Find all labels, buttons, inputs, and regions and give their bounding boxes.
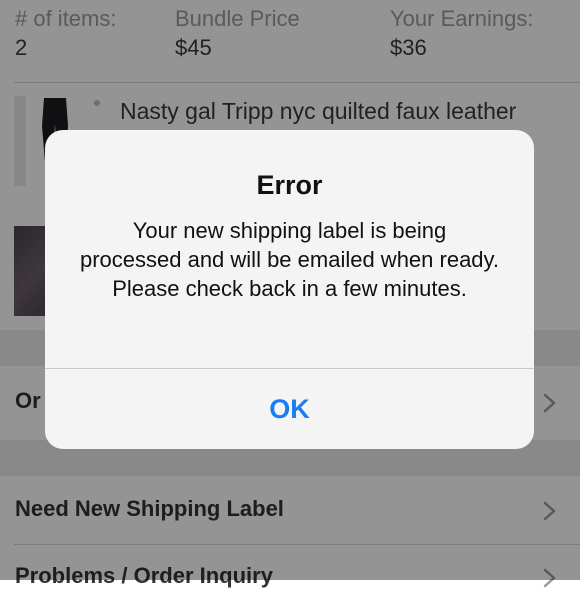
alert-message: Your new shipping label is being process…	[79, 218, 500, 301]
error-alert-dialog: Error Your new shipping label is being p…	[45, 130, 534, 449]
alert-title: Error	[256, 170, 323, 200]
ok-button[interactable]: OK	[45, 369, 534, 449]
